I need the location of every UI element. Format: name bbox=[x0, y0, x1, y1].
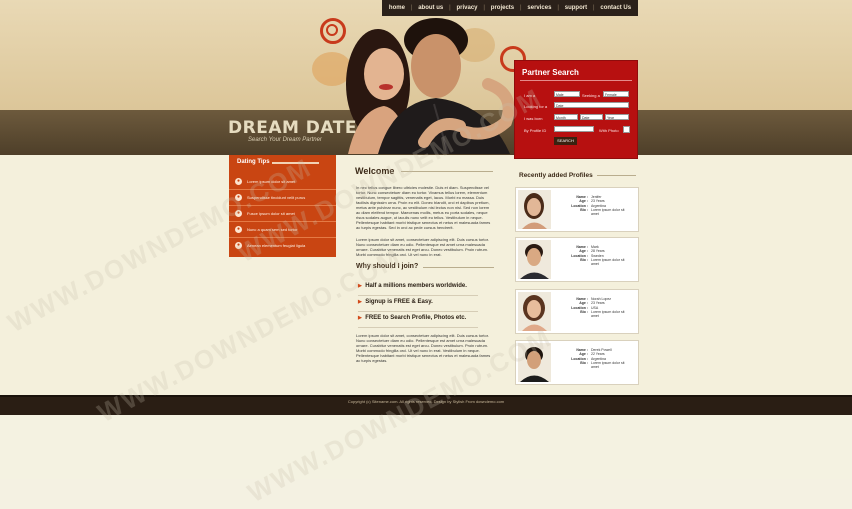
divider bbox=[358, 327, 478, 328]
birth-date-select[interactable]: Date bbox=[580, 114, 603, 120]
birth-year-select[interactable]: Year bbox=[605, 114, 629, 120]
nav-separator: | bbox=[483, 5, 485, 11]
bullet-icon: ● bbox=[235, 226, 242, 233]
nav-separator: | bbox=[557, 5, 559, 11]
profile-card[interactable]: Name : Mark Age :28 Years Location : Swede… bbox=[515, 237, 639, 282]
dating-tips-title: Dating Tips bbox=[237, 159, 270, 165]
nav-about-us[interactable]: about us bbox=[418, 5, 443, 11]
nav-projects[interactable]: projects bbox=[491, 5, 514, 11]
with-photo-checkbox[interactable] bbox=[623, 126, 630, 133]
gender-select[interactable]: Male bbox=[554, 91, 580, 97]
arrow-icon: ▶ bbox=[358, 299, 362, 305]
page-bottom-area bbox=[0, 413, 852, 479]
divider bbox=[520, 80, 632, 81]
nav-home[interactable]: home bbox=[389, 5, 405, 11]
seeking-label: Seeking a bbox=[582, 93, 600, 98]
search-button[interactable]: SEARCH bbox=[554, 137, 577, 145]
decor-circle bbox=[326, 24, 338, 36]
nav-separator: | bbox=[592, 5, 595, 11]
profile-card[interactable]: Name : Jenifer Age :23 Years Location : Ar… bbox=[515, 187, 639, 232]
seeking-select[interactable]: Female bbox=[603, 91, 629, 97]
nav-services[interactable]: services bbox=[527, 5, 551, 11]
arrow-icon: ▶ bbox=[358, 315, 362, 321]
looking-for-select[interactable]: Date bbox=[554, 102, 629, 108]
profile-info: Name : Norah Lopez Age :23 Years Location… bbox=[571, 297, 625, 319]
partner-search-title: Partner Search bbox=[522, 68, 579, 77]
main-nav: home | about us | privacy | projects | s… bbox=[382, 0, 638, 16]
with-photo-label: With Photo bbox=[599, 128, 619, 133]
profile-id-input[interactable] bbox=[554, 126, 594, 132]
divider bbox=[597, 175, 636, 176]
nav-separator: | bbox=[520, 5, 522, 11]
profile-info: Name : Jenifer Age :23 Years Location : Ar… bbox=[571, 195, 625, 217]
divider bbox=[358, 295, 478, 296]
profile-photo bbox=[518, 190, 551, 229]
profile-info: Name : Derek Powell Age :22 Years Locatio… bbox=[571, 348, 625, 370]
logo-title[interactable]: DREAM DATE bbox=[228, 118, 357, 138]
logo-subtitle: Search Your Dream Partner bbox=[248, 137, 322, 143]
nav-support[interactable]: support bbox=[565, 5, 587, 11]
divider bbox=[423, 267, 494, 268]
profile-photo bbox=[518, 240, 551, 279]
nav-separator: | bbox=[410, 5, 413, 11]
benefit-item: ▶ Signup is FREE & Easy. bbox=[358, 299, 433, 305]
profile-id-label: By Profile ID bbox=[524, 128, 547, 133]
nav-contact-us[interactable]: contact Us bbox=[600, 5, 631, 11]
nav-privacy[interactable]: privacy bbox=[457, 5, 478, 11]
nav-separator: | bbox=[449, 5, 451, 11]
benefit-item: ▶ FREE to Search Profile, Photos etc. bbox=[358, 315, 467, 321]
divider bbox=[358, 311, 478, 312]
recent-profiles-heading: Recently added Profiles bbox=[519, 172, 593, 179]
profile-info: Name : Mark Age :28 Years Location : Swede… bbox=[571, 245, 625, 267]
birth-month-select[interactable]: Month bbox=[554, 114, 578, 120]
